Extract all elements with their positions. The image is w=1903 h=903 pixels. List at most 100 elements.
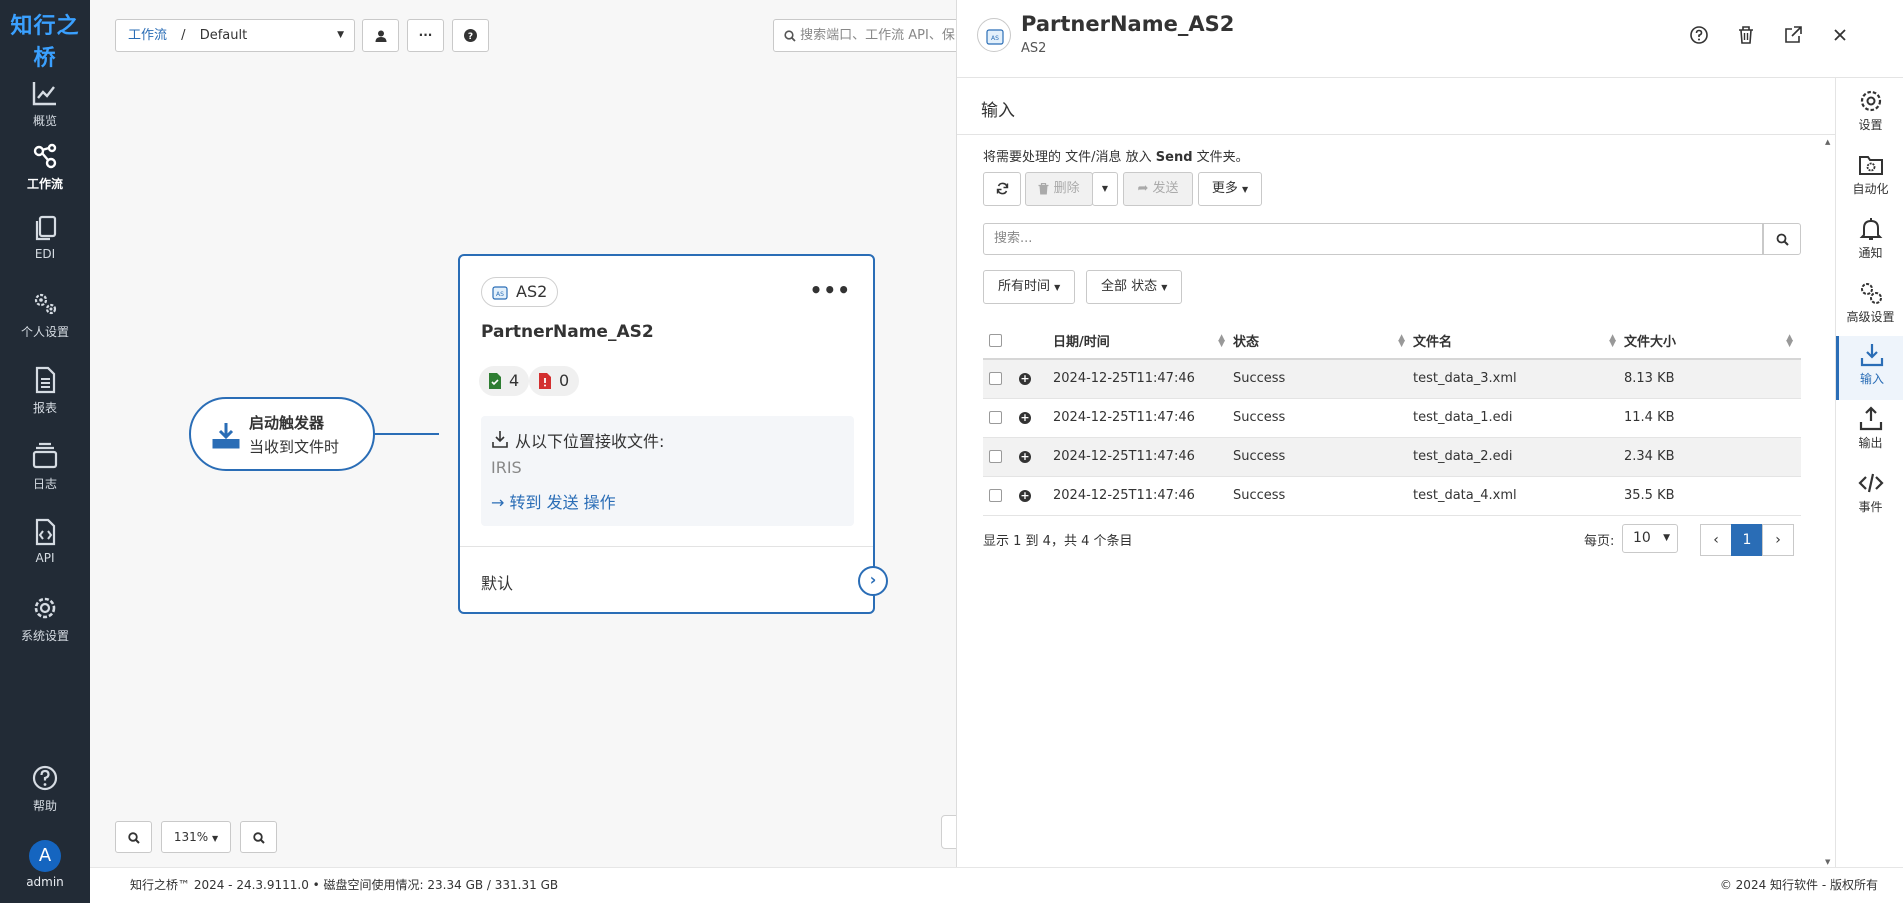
cell-filename-link[interactable]: test_data_2.edi — [1413, 437, 1624, 477]
canvas-side-toggle[interactable] — [941, 815, 956, 849]
cell-filename-link[interactable]: test_data_3.xml — [1413, 359, 1624, 399]
nav-item-reports[interactable]: 报表 — [0, 357, 90, 427]
column-label: 文件大小 — [1624, 335, 1677, 350]
select-all-checkbox[interactable] — [989, 334, 1002, 347]
time-filter-dropdown[interactable]: 所有时间 ▼ — [983, 270, 1076, 304]
bell-icon — [1859, 218, 1882, 240]
nav-item-workflow[interactable]: 工作流 — [0, 133, 90, 203]
status-filter-dropdown[interactable]: 全部 状态 ▼ — [1086, 270, 1183, 304]
nav-label: 帮助 — [32, 799, 57, 813]
workflow-canvas[interactable]: 工作流 / Default ▼ ··· ? 搜索端口、工作流 API、保 启动触… — [90, 0, 956, 867]
as2-node[interactable]: AS AS2 ••• PartnerName_AS2 4 0 从以下位置接收文件… — [458, 254, 888, 614]
trigger-node[interactable]: 启动触发器 当收到文件时 — [189, 397, 375, 471]
column-datetime[interactable]: 日期/时间 ▲ ▼ — [1053, 323, 1233, 360]
row-checkbox[interactable] — [989, 450, 1002, 463]
next-page-button[interactable]: › — [1762, 524, 1794, 556]
table-summary: 显示 1 到 4，共 4 个条目 — [983, 534, 1133, 549]
chevron-right-icon: › — [869, 570, 877, 589]
success-count-badge[interactable]: 4 — [479, 366, 530, 396]
zoom-out-button[interactable] — [240, 821, 277, 853]
cell-filename-link[interactable]: test_data_1.edi — [1413, 398, 1624, 438]
connector-type-badge: AS AS2 — [481, 277, 559, 307]
tab-events[interactable]: 事件 — [1836, 464, 1903, 528]
chart-line-icon — [32, 82, 56, 106]
canvas-search-input[interactable]: 搜索端口、工作流 API、保 — [773, 19, 956, 52]
nav-item-overview[interactable]: 概览 — [0, 70, 90, 140]
column-status[interactable]: 状态 ▲ ▼ — [1233, 323, 1413, 360]
zoom-in-icon — [127, 831, 140, 844]
scroll-up-icon[interactable]: ▲ — [1825, 138, 1830, 146]
divider — [957, 134, 1835, 135]
file-lines-icon — [35, 366, 56, 394]
more-options-button[interactable]: ··· — [407, 19, 444, 52]
user-menu[interactable]: A admin — [0, 840, 90, 889]
cell-datetime: 2024-12-25T11:47:46 — [1053, 437, 1233, 477]
tab-automation[interactable]: 自动化 — [1836, 146, 1903, 210]
tab-settings[interactable]: 设置 — [1836, 82, 1903, 146]
nav-item-logs[interactable]: 日志 — [0, 433, 90, 503]
help-icon[interactable] — [1688, 24, 1710, 46]
table-row[interactable]: + 2024-12-25T11:47:46 Success test_data_… — [983, 398, 1801, 438]
file-search-input[interactable]: 搜索... — [983, 223, 1763, 255]
table-row[interactable]: + 2024-12-25T11:47:46 Success test_data_… — [983, 437, 1801, 477]
more-button[interactable]: 更多 ▼ — [1198, 172, 1262, 206]
cell-filename-link[interactable]: test_data_4.xml — [1413, 476, 1624, 516]
tab-label: 通知 — [1858, 246, 1883, 260]
zoom-level-dropdown[interactable]: 131% ▼ — [161, 821, 231, 853]
caret-down-icon: ▼ — [1101, 184, 1109, 193]
cell-datetime: 2024-12-25T11:47:46 — [1053, 476, 1233, 516]
error-count-badge[interactable]: 0 — [529, 366, 580, 396]
breadcrumb[interactable]: 工作流 / Default ▼ — [115, 19, 355, 52]
external-link-icon[interactable] — [1782, 24, 1804, 46]
goto-send-link[interactable]: → 转到 发送 操作 — [491, 489, 616, 513]
trash-icon[interactable] — [1735, 24, 1757, 46]
user-filter-button[interactable] — [362, 19, 399, 52]
plus-circle-icon[interactable]: + — [1019, 450, 1031, 463]
row-checkbox[interactable] — [989, 411, 1002, 424]
download-icon — [1860, 344, 1884, 367]
zoom-in-button[interactable] — [115, 821, 152, 853]
hint-text: 将需要处理的 文件/消息 放入 — [983, 150, 1156, 165]
nav-item-help[interactable]: 帮助 — [0, 755, 90, 825]
breadcrumb-workflow-link[interactable]: 工作流 — [128, 28, 167, 43]
send-button[interactable]: ➦ 发送 — [1123, 172, 1193, 206]
node-menu-button[interactable]: ••• — [810, 278, 851, 302]
tab-input[interactable]: 输入 — [1836, 336, 1903, 400]
breadcrumb-current: Default — [199, 28, 248, 43]
table-row[interactable]: + 2024-12-25T11:47:46 Success test_data_… — [983, 359, 1801, 399]
table-row[interactable]: + 2024-12-25T11:47:46 Success test_data_… — [983, 476, 1801, 516]
tab-advanced-settings[interactable]: 高级设置 — [1836, 274, 1903, 338]
page-button-1[interactable]: 1 — [1731, 524, 1763, 556]
plus-circle-icon[interactable]: + — [1019, 411, 1031, 424]
refresh-button[interactable] — [983, 172, 1021, 206]
column-filename[interactable]: 文件名 ▲ ▼ — [1413, 323, 1624, 360]
row-select-cell — [983, 398, 1019, 438]
row-checkbox[interactable] — [989, 489, 1002, 502]
prev-page-button[interactable]: ‹ — [1700, 524, 1732, 556]
scroll-down-icon[interactable]: ▼ — [1825, 858, 1830, 866]
close-icon[interactable] — [1829, 24, 1851, 46]
tab-notifications[interactable]: 通知 — [1836, 210, 1903, 274]
search-button[interactable] — [1763, 223, 1801, 255]
delete-dropdown-button[interactable]: ▼ — [1092, 172, 1118, 206]
avatar[interactable]: A — [29, 840, 61, 872]
help-button[interactable]: ? — [452, 19, 489, 52]
nav-item-system-settings[interactable]: 系统设置 — [0, 585, 90, 655]
tab-label: 设置 — [1858, 118, 1883, 132]
nav-item-api[interactable]: API — [0, 509, 90, 579]
nav-item-personal-settings[interactable]: 个人设置 — [0, 281, 90, 351]
scrollbar[interactable]: ▲ ▼ — [1823, 138, 1833, 866]
column-size[interactable]: 文件大小 ▲ ▼ — [1624, 323, 1801, 360]
delete-button[interactable]: 删除 — [1025, 172, 1093, 206]
plus-circle-icon[interactable]: + — [1019, 489, 1031, 502]
page-size-select[interactable]: 10 ▼ — [1622, 524, 1678, 553]
zoom-out-icon — [252, 831, 265, 844]
trash-icon — [1038, 182, 1049, 194]
output-port-button[interactable]: › — [858, 566, 888, 596]
svg-text:?: ? — [468, 32, 473, 42]
plus-circle-icon[interactable]: + — [1019, 372, 1031, 385]
row-checkbox[interactable] — [989, 372, 1002, 386]
nav-item-edi[interactable]: EDI — [0, 205, 90, 275]
time-filter-label: 所有时间 — [998, 279, 1051, 294]
tab-output[interactable]: 输出 — [1836, 400, 1903, 464]
